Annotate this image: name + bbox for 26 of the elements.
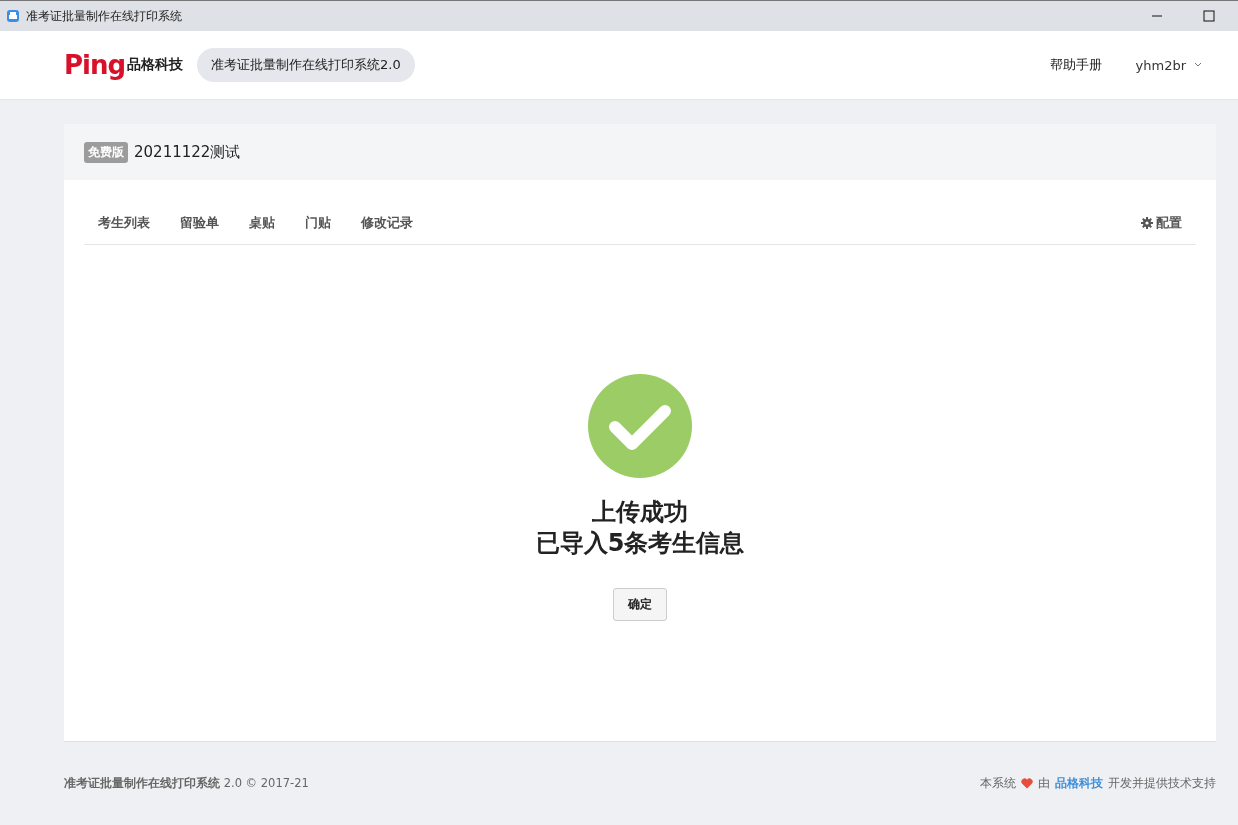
confirm-button[interactable]: 确定 [613, 588, 667, 621]
result-message: 已导入5条考生信息 [535, 528, 745, 558]
footer-text: 由 [1038, 776, 1050, 791]
tab[interactable]: 门贴 [305, 214, 331, 232]
success-check-icon [588, 374, 692, 478]
footer-text: 开发并提供技术支持 [1108, 776, 1216, 791]
tab[interactable]: 修改记录 [361, 214, 413, 232]
help-link[interactable]: 帮助手册 [1049, 56, 1102, 74]
result-title: 上传成功 [592, 497, 688, 528]
copyright-text: 准考证批量制作在线打印系统 2.0 © 2017-21 [64, 776, 309, 791]
heart-icon [1021, 778, 1033, 789]
chevron-down-icon [1194, 62, 1202, 68]
project-name: 20211122测试 [134, 142, 241, 162]
tab[interactable]: 留验单 [180, 214, 219, 232]
logo-text: 品格科技 [127, 56, 184, 74]
user-menu[interactable]: yhm2br [1135, 57, 1202, 73]
footer-text: 本系统 [980, 776, 1016, 791]
settings-icon [1141, 217, 1153, 229]
app-name-badge: 准考证批量制作在线打印系统2.0 [197, 48, 415, 82]
edition-tag: 免费版 [84, 141, 128, 163]
settings-link[interactable]: 配置 [1141, 214, 1182, 232]
logo-mark: Ping [64, 52, 126, 78]
maximize-icon[interactable] [1203, 10, 1215, 22]
tab[interactable]: 考生列表 [98, 214, 150, 232]
tab[interactable]: 桌贴 [249, 214, 275, 232]
window-title: 准考证批量制作在线打印系统 [26, 7, 183, 25]
